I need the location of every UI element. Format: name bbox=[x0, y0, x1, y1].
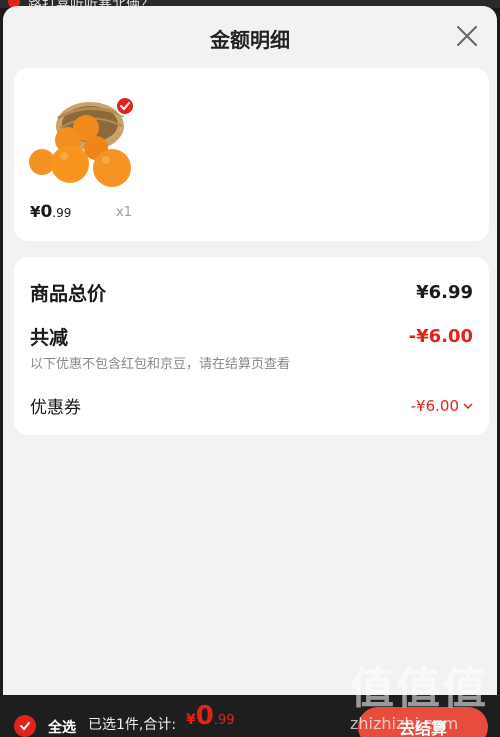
payable-integer: 0 bbox=[195, 701, 214, 731]
reduction-value: -¥6.00 bbox=[408, 326, 473, 347]
total-payable: ¥0.99 bbox=[186, 701, 235, 731]
payable-decimal: .99 bbox=[213, 713, 235, 728]
sheet-title: 金额明细 bbox=[210, 28, 290, 52]
price-decimal: .99 bbox=[52, 206, 72, 220]
price-integer: 0 bbox=[40, 202, 53, 222]
check-icon bbox=[20, 722, 30, 731]
coupon-value-toggle[interactable]: -¥6.00 bbox=[411, 397, 473, 415]
product-quantity: x1 bbox=[116, 205, 132, 220]
total-value: ¥6.99 bbox=[416, 282, 473, 303]
price-currency: ¥ bbox=[30, 203, 41, 221]
close-icon bbox=[457, 26, 477, 46]
product-price: ¥0.99 bbox=[30, 202, 71, 222]
product-card: ¥0.99 x1 bbox=[14, 68, 489, 241]
selected-summary: 已选1件,合计: bbox=[88, 717, 177, 733]
checkout-bar: 全选 已选1件,合计: ¥0.99 去结算 bbox=[0, 697, 500, 737]
reduction-row: 共减 -¥6.00 bbox=[30, 323, 473, 350]
discount-note: 以下优惠不包含红包和京豆，请在结算页查看 bbox=[30, 357, 291, 372]
chevron-down-icon bbox=[463, 402, 473, 409]
product-selected-checkbox[interactable] bbox=[115, 96, 135, 116]
coupon-label: 优惠券 bbox=[30, 398, 81, 418]
checkout-button[interactable]: 去结算 bbox=[358, 707, 488, 737]
select-all-label[interactable]: 全选 bbox=[48, 717, 76, 737]
close-button[interactable] bbox=[453, 22, 481, 50]
coupon-row[interactable]: 优惠券 -¥6.00 bbox=[30, 393, 473, 418]
reduction-label: 共减 bbox=[30, 327, 69, 349]
payable-currency: ¥ bbox=[186, 712, 196, 728]
amount-detail-sheet: 金额明细 ¥0.99 x1 商品总价 ¥6.99 共减 -¥6.00 以下优惠不… bbox=[3, 6, 497, 695]
check-icon bbox=[120, 102, 130, 111]
price-summary-card: 商品总价 ¥6.99 共减 -¥6.00 以下优惠不包含红包和京豆，请在结算页查… bbox=[14, 257, 489, 435]
select-all-checkbox[interactable] bbox=[14, 715, 36, 737]
total-row: 商品总价 ¥6.99 bbox=[30, 279, 473, 306]
coupon-value: -¥6.00 bbox=[410, 396, 459, 415]
total-label: 商品总价 bbox=[30, 283, 107, 305]
